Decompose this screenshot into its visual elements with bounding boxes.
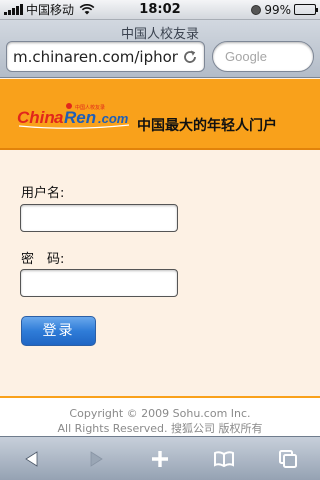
add-icon (152, 450, 168, 467)
back-icon (25, 450, 38, 467)
chinaren-logo[interactable]: Chin a Ren .com 中国人校友录 (17, 101, 132, 129)
logo-subtext: 中国人校友录 (75, 104, 105, 111)
svg-text:a: a (54, 108, 63, 127)
battery-icon (294, 4, 318, 15)
carrier-name: 中国移动 (26, 3, 75, 17)
pages-icon (279, 449, 297, 468)
password-input[interactable] (20, 269, 178, 297)
wifi-icon (79, 4, 95, 15)
copyright-line: Copyright © 2009 Sohu.com Inc. (69, 407, 251, 420)
username-label: 用户名: (21, 186, 65, 201)
orientation-lock-icon (251, 4, 262, 15)
back-button[interactable] (12, 439, 52, 479)
status-bar: 中国移动 18:02 99% (0, 0, 320, 20)
svg-text:.com: .com (98, 111, 129, 126)
reload-icon[interactable] (182, 49, 198, 65)
battery-percent: 99% (264, 2, 291, 17)
search-input[interactable]: Google (212, 41, 314, 72)
forward-button[interactable] (76, 439, 116, 479)
pages-button[interactable] (268, 439, 308, 479)
bookmarks-button[interactable] (204, 439, 244, 479)
browser-bottom-toolbar (0, 436, 320, 480)
login-form: 用户名: 密 码: 登录 (0, 152, 320, 396)
bookmarks-icon (214, 450, 234, 467)
page-title: 中国人校友录 (120, 27, 199, 42)
signal-icon (4, 4, 23, 15)
site-banner: Chin a Ren .com 中国人校友录 中国最大的年轻人门户 (0, 79, 320, 150)
forward-icon (90, 450, 103, 467)
browser-toolbar: 中国人校友录 m.chinaren.com/iphon… Google (0, 20, 320, 78)
password-label: 密 码: (21, 252, 65, 267)
login-button[interactable]: 登录 (21, 316, 96, 346)
url-text: m.chinaren.com/iphon… (13, 47, 178, 66)
url-field[interactable]: m.chinaren.com/iphon… (6, 41, 205, 72)
svg-text:Chin: Chin (17, 108, 55, 127)
page-footer: Copyright © 2009 Sohu.com Inc. All Right… (0, 396, 320, 436)
add-button[interactable] (140, 439, 180, 479)
rights-line: All Rights Reserved. 搜狐公司 版权所有 (57, 422, 263, 435)
banner-slogan: 中国最大的年轻人门户 (137, 118, 277, 134)
username-input[interactable] (20, 204, 178, 232)
